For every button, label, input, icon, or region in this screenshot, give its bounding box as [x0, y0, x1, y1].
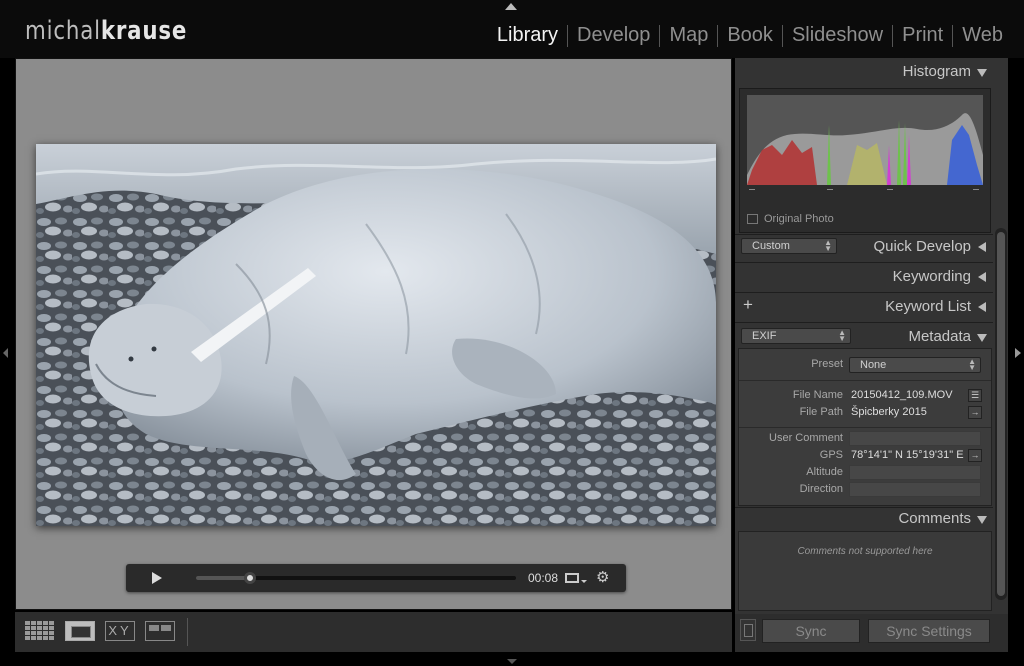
module-map[interactable]: Map [660, 24, 717, 47]
dropdown-arrows-icon: ▲ ▼ [824, 238, 832, 253]
metadata-row-file-path: File Path Špicberky 2015 → [739, 405, 991, 421]
toolbar-divider [187, 618, 188, 646]
collapse-right-panel-icon[interactable] [1015, 348, 1021, 358]
metadata-title: Metadata [908, 328, 971, 345]
video-preview-image[interactable] [36, 144, 716, 526]
dropdown-arrows-icon: ▲ ▼ [838, 328, 846, 343]
gps-label: GPS [819, 449, 843, 461]
loupe-view: 00:08 ⚙ [15, 58, 732, 610]
top-bar: michalkrause Library Develop Map Book Slides… [0, 0, 1024, 58]
panel-header-histogram[interactable]: Histogram [735, 58, 995, 86]
logo-first-part: michal [25, 16, 101, 46]
add-keyword-plus-icon[interactable]: + [743, 295, 753, 315]
panel-header-quick-develop[interactable]: Custom ▲ ▼ Quick Develop [735, 233, 995, 261]
expand-triangle-icon [977, 334, 987, 342]
metadata-preset-value: None [860, 359, 887, 371]
compare-view-icon[interactable]: XY [105, 621, 135, 641]
toolbar: XY [15, 612, 732, 652]
dropdown-arrows-icon: ▲ ▼ [968, 357, 976, 372]
histogram: Original Photo [739, 88, 991, 233]
file-path-label: File Path [799, 406, 843, 418]
metadata-preset-dropdown[interactable]: None ▲ ▼ [849, 357, 981, 373]
video-controls: 00:08 ⚙ [126, 564, 626, 592]
panel-header-keywording[interactable]: Keywording [735, 263, 995, 291]
saved-preset-value: Custom [752, 240, 790, 252]
metadata-row-user-comment: User Comment [739, 431, 991, 447]
comments-area: Comments not supported here [738, 531, 992, 611]
module-web[interactable]: Web [953, 24, 1012, 47]
module-picker: Library Develop Map Book Slideshow Print Web [488, 24, 1012, 47]
file-name-value[interactable]: 20150412_109.MOV [849, 388, 981, 403]
keywording-title: Keywording [892, 268, 971, 285]
expand-triangle-icon [977, 69, 987, 77]
sync-button[interactable]: Sync [762, 619, 860, 643]
collapse-filmstrip-icon[interactable] [507, 659, 517, 664]
direction-field[interactable] [849, 482, 981, 497]
metadata-divider [739, 380, 991, 381]
frame-capture-icon[interactable] [565, 573, 587, 583]
panel-header-metadata[interactable]: EXIF ▲ ▼ Metadata [735, 323, 995, 351]
play-icon[interactable] [152, 572, 162, 584]
user-comment-label: User Comment [769, 432, 843, 444]
keyword-list-title: Keyword List [885, 298, 971, 315]
go-to-map-arrow-icon[interactable]: → [968, 449, 982, 462]
video-scrubber[interactable] [196, 572, 516, 584]
histogram-graph[interactable] [747, 95, 983, 185]
survey-view-icon[interactable] [145, 621, 175, 641]
metadata-view-value: EXIF [752, 330, 777, 342]
metadata-view-dropdown[interactable]: EXIF ▲ ▼ [741, 328, 851, 344]
comments-not-supported-note: Comments not supported here [797, 546, 933, 557]
video-scrubber-handle[interactable] [244, 572, 257, 584]
histogram-title: Histogram [902, 63, 971, 80]
right-panel: Histogram Original Photo Custom ▲ ▼ Quick… [735, 58, 1008, 652]
collapsed-triangle-icon [978, 302, 986, 312]
logo-second-part: krause [100, 16, 188, 46]
collapse-left-panel-icon[interactable] [3, 348, 8, 358]
histogram-tick-marks [747, 189, 983, 195]
preset-label: Preset [811, 358, 843, 370]
quick-develop-title: Quick Develop [873, 238, 971, 255]
direction-label: Direction [799, 483, 843, 495]
module-slideshow[interactable]: Slideshow [783, 24, 892, 47]
sync-bar: Sync Sync Settings [735, 614, 1008, 652]
module-develop[interactable]: Develop [568, 24, 659, 47]
expand-triangle-icon [977, 516, 987, 524]
identity-plate-logo: michalkrause [25, 16, 187, 46]
right-panel-scrollbar-thumb[interactable] [997, 232, 1005, 596]
saved-preset-dropdown[interactable]: Custom ▲ ▼ [741, 238, 837, 254]
collapsed-triangle-icon [978, 242, 986, 252]
metadata-row-direction: Direction [739, 482, 991, 498]
file-path-value[interactable]: Špicberky 2015 [849, 405, 981, 420]
original-photo-checkbox[interactable] [747, 214, 758, 224]
go-to-folder-arrow-icon[interactable]: → [968, 406, 982, 419]
original-photo-label: Original Photo [764, 213, 834, 225]
video-timecode: 00:08 [528, 571, 559, 585]
loupe-view-icon[interactable] [65, 621, 95, 641]
gear-icon[interactable]: ⚙ [596, 570, 609, 586]
comments-title: Comments [898, 510, 971, 527]
altitude-label: Altitude [806, 466, 843, 478]
altitude-field[interactable] [849, 465, 981, 480]
module-book[interactable]: Book [718, 24, 782, 47]
panel-header-comments[interactable]: Comments [735, 505, 995, 533]
metadata-divider [739, 427, 991, 428]
panel-header-keyword-list[interactable]: + Keyword List [735, 293, 995, 321]
collapsed-triangle-icon [978, 272, 986, 282]
collapse-top-panel-icon[interactable] [505, 3, 517, 10]
metadata-row-gps: GPS 78°14'1" N 15°19'31" E → [739, 448, 991, 464]
metadata-row-altitude: Altitude [739, 465, 991, 481]
auto-sync-switch[interactable] [740, 619, 756, 641]
grid-view-icon[interactable] [25, 621, 55, 641]
user-comment-field[interactable] [849, 431, 981, 446]
video-scrubber-progress [196, 576, 251, 580]
gps-value[interactable]: 78°14'1" N 15°19'31" E [849, 448, 965, 463]
list-icon[interactable]: ☰ [968, 389, 982, 402]
metadata-fields: Preset None ▲ ▼ File Name 20150412_109.MO… [738, 348, 992, 506]
sync-settings-button[interactable]: Sync Settings [868, 619, 990, 643]
metadata-row-file-name: File Name 20150412_109.MOV ☰ [739, 388, 991, 404]
module-library[interactable]: Library [488, 24, 567, 47]
metadata-preset-row: Preset None ▲ ▼ [739, 357, 991, 373]
file-name-label: File Name [792, 389, 843, 401]
module-print[interactable]: Print [893, 24, 952, 47]
